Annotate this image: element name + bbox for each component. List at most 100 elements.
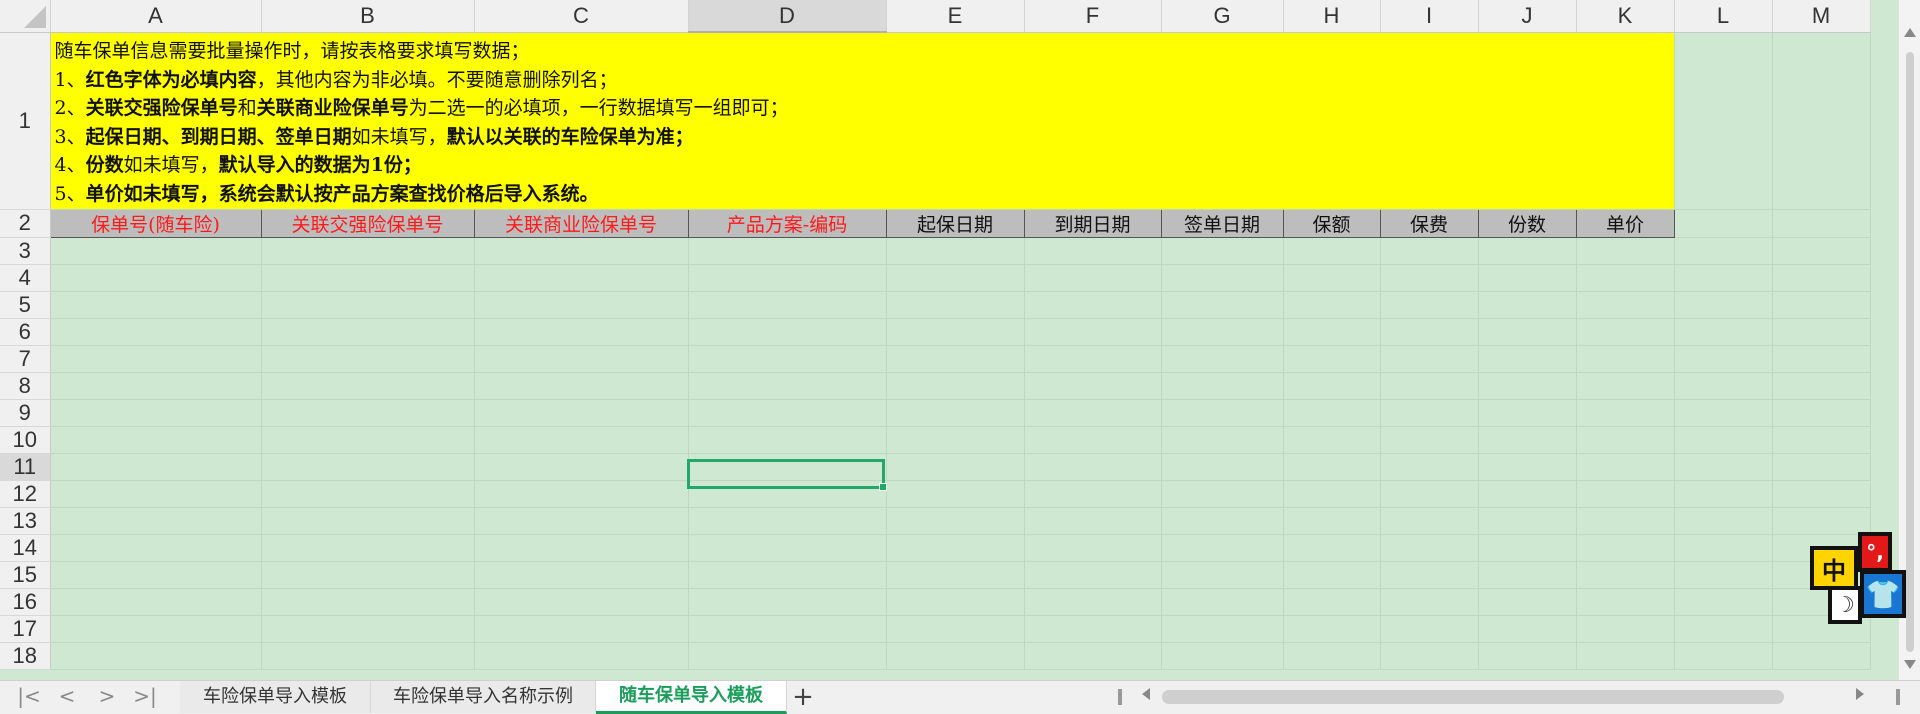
cell[interactable] bbox=[50, 345, 262, 373]
tab-split-handle[interactable] bbox=[1118, 689, 1122, 705]
add-sheet-icon[interactable]: + bbox=[790, 681, 816, 713]
cell[interactable] bbox=[1576, 399, 1675, 427]
cell[interactable] bbox=[474, 588, 689, 616]
cell[interactable] bbox=[1283, 480, 1381, 508]
cell[interactable] bbox=[1772, 32, 1871, 210]
cell[interactable] bbox=[1024, 534, 1162, 562]
row-header-17[interactable]: 17 bbox=[0, 615, 51, 643]
cell[interactable] bbox=[1674, 534, 1773, 562]
last-sheet-icon[interactable]: >| bbox=[130, 684, 160, 708]
cell[interactable] bbox=[261, 426, 475, 454]
cell[interactable] bbox=[1380, 561, 1479, 589]
row-header-18[interactable]: 18 bbox=[0, 642, 51, 670]
cell[interactable] bbox=[1024, 453, 1162, 481]
cell[interactable] bbox=[1772, 426, 1871, 454]
cell[interactable] bbox=[261, 399, 475, 427]
cell[interactable] bbox=[1380, 399, 1479, 427]
cell[interactable] bbox=[1161, 534, 1284, 562]
first-sheet-icon[interactable]: |< bbox=[14, 684, 44, 708]
cell[interactable] bbox=[1674, 399, 1773, 427]
cell[interactable] bbox=[1161, 480, 1284, 508]
cell[interactable] bbox=[1478, 534, 1577, 562]
cell[interactable] bbox=[1024, 318, 1162, 346]
cell[interactable] bbox=[1576, 507, 1675, 535]
row-header-14[interactable]: 14 bbox=[0, 534, 51, 562]
cell[interactable] bbox=[1576, 453, 1675, 481]
row-header-4[interactable]: 4 bbox=[0, 264, 51, 292]
row-header-16[interactable]: 16 bbox=[0, 588, 51, 616]
cell[interactable] bbox=[1478, 345, 1577, 373]
cell[interactable] bbox=[886, 480, 1025, 508]
cell[interactable] bbox=[1478, 372, 1577, 400]
column-header-m[interactable]: M bbox=[1772, 0, 1871, 33]
cell[interactable] bbox=[1478, 561, 1577, 589]
cell[interactable] bbox=[1380, 291, 1479, 319]
cell[interactable] bbox=[1674, 372, 1773, 400]
cell[interactable] bbox=[1772, 453, 1871, 481]
cell[interactable] bbox=[1576, 615, 1675, 643]
cell[interactable] bbox=[1380, 453, 1479, 481]
spreadsheet-area[interactable]: ABCDEFGHIJKLM 1 随车保单信息需要批量操作时，请按表格要求填写数据；… bbox=[0, 0, 1920, 680]
cell[interactable] bbox=[1380, 318, 1479, 346]
cell[interactable] bbox=[261, 507, 475, 535]
column-title-cell[interactable]: 保单号(随车险) bbox=[49, 208, 262, 238]
cell[interactable] bbox=[1380, 345, 1479, 373]
cell[interactable] bbox=[1161, 372, 1284, 400]
cell[interactable] bbox=[474, 291, 689, 319]
cell[interactable] bbox=[1576, 534, 1675, 562]
cell[interactable] bbox=[261, 345, 475, 373]
ime-punctuation-icon[interactable]: °, bbox=[1858, 532, 1892, 572]
cell[interactable] bbox=[688, 345, 887, 373]
cell[interactable] bbox=[474, 372, 689, 400]
cell[interactable] bbox=[50, 642, 262, 670]
column-title-cell[interactable]: 到期日期 bbox=[1023, 208, 1162, 238]
cell[interactable] bbox=[1380, 642, 1479, 670]
cell[interactable] bbox=[474, 642, 689, 670]
column-title-cell[interactable]: 起保日期 bbox=[885, 208, 1025, 238]
column-header-d[interactable]: D bbox=[688, 0, 887, 33]
cell[interactable] bbox=[261, 372, 475, 400]
cell[interactable] bbox=[1380, 372, 1479, 400]
cell[interactable] bbox=[1478, 426, 1577, 454]
cell[interactable] bbox=[1380, 480, 1479, 508]
cell[interactable] bbox=[1478, 615, 1577, 643]
cell[interactable] bbox=[1478, 399, 1577, 427]
cell[interactable] bbox=[1283, 534, 1381, 562]
cell[interactable] bbox=[1024, 264, 1162, 292]
cell[interactable] bbox=[1576, 264, 1675, 292]
cell[interactable] bbox=[1772, 237, 1871, 265]
tab-car-insurance-name-example[interactable]: 车险保单导入名称示例 bbox=[371, 681, 596, 713]
column-title-cell[interactable]: 保费 bbox=[1379, 208, 1479, 238]
cell[interactable] bbox=[1161, 291, 1284, 319]
cell[interactable] bbox=[688, 561, 887, 589]
cell[interactable] bbox=[474, 615, 689, 643]
cell[interactable] bbox=[1674, 345, 1773, 373]
cell[interactable] bbox=[261, 453, 475, 481]
cell[interactable] bbox=[50, 237, 262, 265]
row-header-3[interactable]: 3 bbox=[0, 237, 51, 265]
cell[interactable] bbox=[1283, 399, 1381, 427]
ime-skin-icon[interactable]: 👕 bbox=[1860, 570, 1906, 618]
column-header-l[interactable]: L bbox=[1674, 0, 1773, 33]
cell[interactable] bbox=[1576, 426, 1675, 454]
cell[interactable] bbox=[1772, 480, 1871, 508]
cell[interactable] bbox=[886, 507, 1025, 535]
ime-chinese-mode-button[interactable]: 中 bbox=[1810, 546, 1858, 590]
select-all-corner[interactable] bbox=[0, 0, 51, 33]
cell[interactable] bbox=[1161, 588, 1284, 616]
column-header-f[interactable]: F bbox=[1024, 0, 1162, 33]
column-title-cell[interactable]: 单价 bbox=[1575, 208, 1675, 238]
cell[interactable] bbox=[1576, 237, 1675, 265]
cell[interactable] bbox=[886, 372, 1025, 400]
cell[interactable] bbox=[886, 642, 1025, 670]
cell[interactable] bbox=[886, 615, 1025, 643]
row-header-11[interactable]: 11 bbox=[0, 453, 51, 481]
cell[interactable] bbox=[1161, 453, 1284, 481]
cell[interactable] bbox=[1161, 237, 1284, 265]
cell[interactable] bbox=[1161, 507, 1284, 535]
cell[interactable] bbox=[474, 237, 689, 265]
cell[interactable] bbox=[1283, 507, 1381, 535]
cell[interactable] bbox=[261, 615, 475, 643]
cell[interactable] bbox=[886, 237, 1025, 265]
cell[interactable] bbox=[1024, 588, 1162, 616]
